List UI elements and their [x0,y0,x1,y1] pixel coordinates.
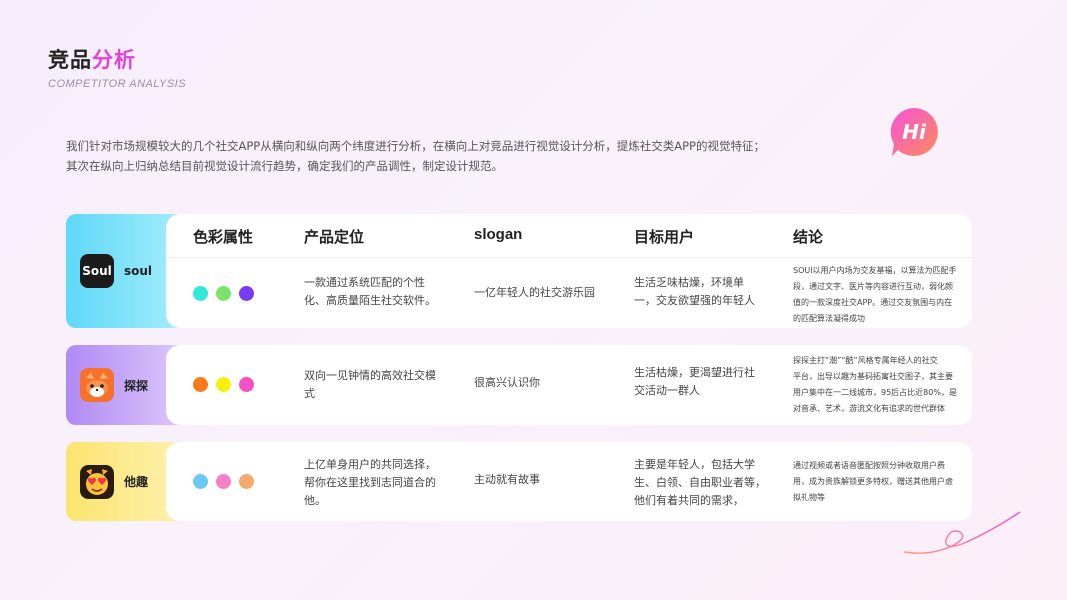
color-swatches-tantan [193,377,254,392]
intro-line-2: 其次在纵向上归纳总结目前视觉设计流行趋势，确定我们的产品调性，制定设计规范。 [66,159,503,173]
title-part2: 分析 [92,48,136,72]
column-header-colors: 色彩属性 [193,229,254,246]
color-swatch [193,377,208,392]
app-name-soul: soul [124,264,153,278]
conclusion-tantan: 探探主打“潮”“酷”风格专属年经人的社交 平台，出导以趣为基码拓寓社交图子，其主要… [793,356,957,413]
column-header-target: 目标用户 [634,229,695,246]
color-swatches-taqu [193,474,254,489]
intro-line-1: 我们针对市场规模较大的几个社交APP从横向和纵向两个纬度进行分析，在横向上对竞品… [66,139,765,153]
color-swatch [239,474,254,489]
column-header-row: 色彩属性 产品定位 slogan 目标用户 结论 [166,214,972,258]
page-subtitle: COMPETITOR ANALYSIS [48,78,187,90]
color-swatch [239,286,254,301]
color-swatch [216,377,231,392]
competitor-row-tantan: 探探 双向一见钟情的高效社交模式 很高兴认识你 生活枯燥，更渴望进行社 交活动一群… [66,345,972,425]
color-swatch [193,286,208,301]
conclusion-taqu: 通过视频或者语音匿配按照分钟收取用户费 用，成为贵族解锁更多特权，赠送其他用户虚拟… [793,461,953,502]
app-name-taqu: 他趣 [124,475,149,489]
color-swatch [239,377,254,392]
column-header-positioning: 产品定位 [304,229,365,246]
fox-app-icon [80,368,114,402]
conclusion-soul: SOUl以用户内场为交友基福，以算法为匹配手 段，通过文字、医片等内容进行互动，弱… [793,266,957,323]
decorative-squiggle-icon [903,511,1021,554]
slogan-tantan: 很高兴认识你 [474,376,540,389]
slogan-taqu: 主动就有故事 [474,473,540,486]
hi-logo-icon: Hi [890,108,938,156]
slogan-soul: 一亿年轻人的社交游乐园 [474,286,595,299]
target-tantan: 生活枯燥，更渴望进行社 交活动一群人 [634,366,755,397]
color-swatch [193,474,208,489]
positioning-taqu: 上亿单身用户的共同选择， 帮你在这里找到志同道合的 他。 [304,458,436,507]
color-swatches-soul [193,286,254,301]
column-header-conclusion: 结论 [793,229,824,246]
positioning-soul: 一款通过系统匹配的个性 化、高质量陌生社交软件。 [304,276,436,307]
column-header-slogan: slogan [474,226,523,243]
color-swatch [216,286,231,301]
app-name-tantan: 探探 [124,378,149,393]
positioning-tantan: 双向一见钟情的高效社交模式 [304,369,436,400]
target-soul: 生活乏味枯燥，环境单 一，交友欲望强的年轻人 [634,276,755,307]
target-taqu: 主要是年轻人，包括大学 生、白领、自由职业者等， 他们有着共同的需求， [634,458,766,507]
title-part1: 竞品 [48,48,92,72]
color-swatch [216,474,231,489]
competitor-row-taqu: 他趣 上亿单身用户的共同选择， 帮你在这里找到志同道合的 他。 主动就有故事 主要是… [66,442,972,521]
heart-eyes-app-icon [80,464,114,499]
soul-app-icon: Soul [80,254,114,288]
intro-paragraph: 我们针对市场规模较大的几个社交APP从横向和纵向两个纬度进行分析，在横向上对竞品… [66,136,826,176]
page-title: 竞品分析 [48,44,136,74]
competitor-row-soul: Soul soul 色彩属性 产品定位 slogan 目标用户 结论 一款通过系… [66,214,972,328]
svg-text:Hi: Hi [902,120,927,144]
